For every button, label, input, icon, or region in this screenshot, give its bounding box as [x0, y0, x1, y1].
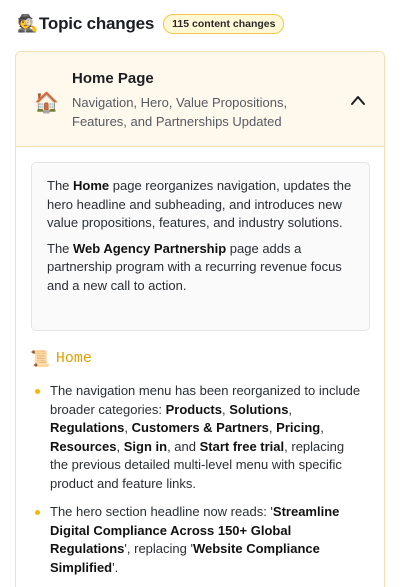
- page-title: Topic changes: [39, 14, 155, 33]
- change-list: The navigation menu has been reorganized…: [32, 382, 362, 577]
- change-item: The navigation menu has been reorganized…: [32, 382, 362, 493]
- summary-paragraph-home: The Home page reorganizes navigation, up…: [47, 178, 352, 230]
- detective-icon: 🕵️: [17, 14, 39, 34]
- topic-summary: The Home page reorganizes navigation, up…: [31, 162, 370, 331]
- bullet-icon: [35, 389, 40, 394]
- topic-card-header[interactable]: 🏠 Home Page Navigation, Hero, Value Prop…: [16, 52, 384, 147]
- topic-subtitle: Navigation, Hero, Value Propositions, Fe…: [72, 95, 288, 129]
- topic-changes-header: 🕵️ Topic changes 115 content changes: [17, 12, 285, 36]
- content-changes-badge: 115 content changes: [163, 14, 285, 34]
- chevron-up-icon[interactable]: [350, 94, 366, 106]
- change-item: The hero section headline now reads: 'St…: [32, 503, 362, 577]
- section-name: Home: [55, 349, 92, 367]
- bullet-icon: [35, 510, 40, 515]
- house-icon: 🏠: [34, 90, 59, 114]
- topic-card-home-page: 🏠 Home Page Navigation, Hero, Value Prop…: [15, 51, 385, 587]
- summary-paragraph-partnership: The Web Agency Partnership page adds a p…: [47, 240, 342, 293]
- section-heading-home: 📜 Home: [30, 347, 92, 369]
- topic-title: Home Page: [72, 70, 154, 87]
- scroll-icon: 📜: [30, 348, 50, 368]
